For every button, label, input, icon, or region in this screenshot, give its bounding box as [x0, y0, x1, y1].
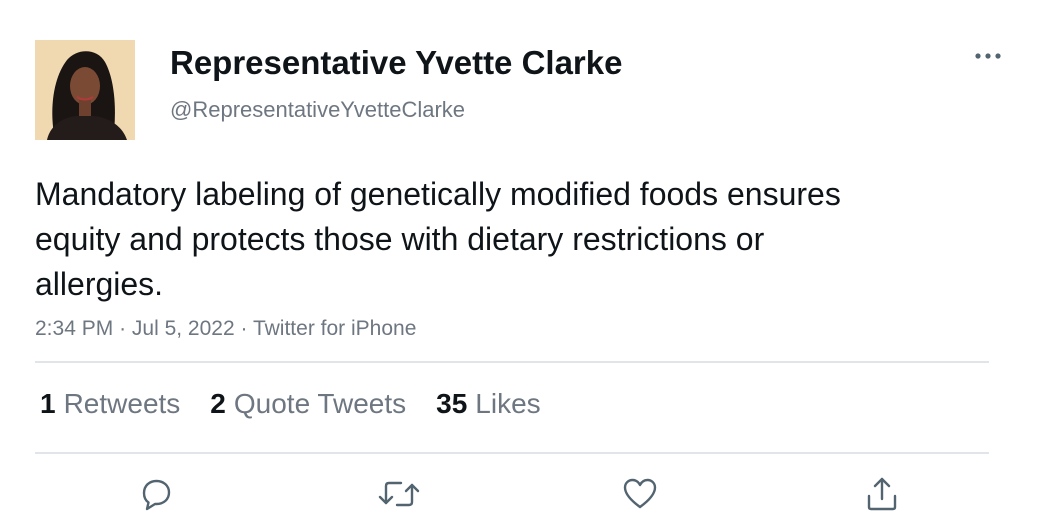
person-photo-icon — [35, 40, 135, 140]
quote-tweets-stat[interactable]: 2 Quote Tweets — [210, 385, 406, 423]
retweet-icon — [378, 481, 420, 507]
like-button[interactable] — [616, 470, 664, 518]
tweet-meta: 2:34 PM · Jul 5, 2022 · Twitter for iPho… — [35, 315, 416, 343]
meta-separator: · — [119, 317, 127, 340]
likes-stat[interactable]: 35 Likes — [436, 385, 541, 423]
retweets-stat[interactable]: 1 Retweets — [40, 385, 180, 423]
reply-icon — [142, 479, 171, 511]
reply-button[interactable] — [132, 470, 180, 518]
more-options-button[interactable] — [968, 42, 1008, 70]
more-dots-icon — [975, 53, 1001, 59]
retweet-button[interactable] — [375, 470, 423, 518]
retweets-count: 1 — [40, 388, 56, 419]
tweet-date[interactable]: Jul 5, 2022 — [132, 317, 235, 340]
engagement-stats: 1 Retweets 2 Quote Tweets 35 Likes — [40, 385, 571, 423]
action-bar — [0, 470, 1050, 518]
likes-count: 35 — [436, 388, 468, 419]
heart-icon — [623, 478, 657, 509]
tweet-text: Mandatory labeling of genetically modifi… — [35, 176, 841, 302]
share-button[interactable] — [858, 470, 906, 518]
quote-tweets-count: 2 — [210, 388, 226, 419]
tweet-time[interactable]: 2:34 PM — [35, 317, 113, 340]
share-icon — [867, 477, 897, 511]
meta-separator: · — [240, 317, 248, 340]
divider — [35, 361, 989, 363]
author-display-name[interactable]: Representative Yvette Clarke — [170, 42, 622, 84]
divider — [35, 452, 989, 454]
quote-tweets-label: Quote Tweets — [233, 388, 407, 419]
likes-label: Likes — [475, 388, 541, 419]
retweets-label: Retweets — [63, 388, 181, 419]
avatar[interactable] — [35, 40, 135, 140]
author-handle[interactable]: @RepresentativeYvetteClarke — [170, 96, 465, 124]
tweet-source[interactable]: Twitter for iPhone — [253, 317, 416, 340]
